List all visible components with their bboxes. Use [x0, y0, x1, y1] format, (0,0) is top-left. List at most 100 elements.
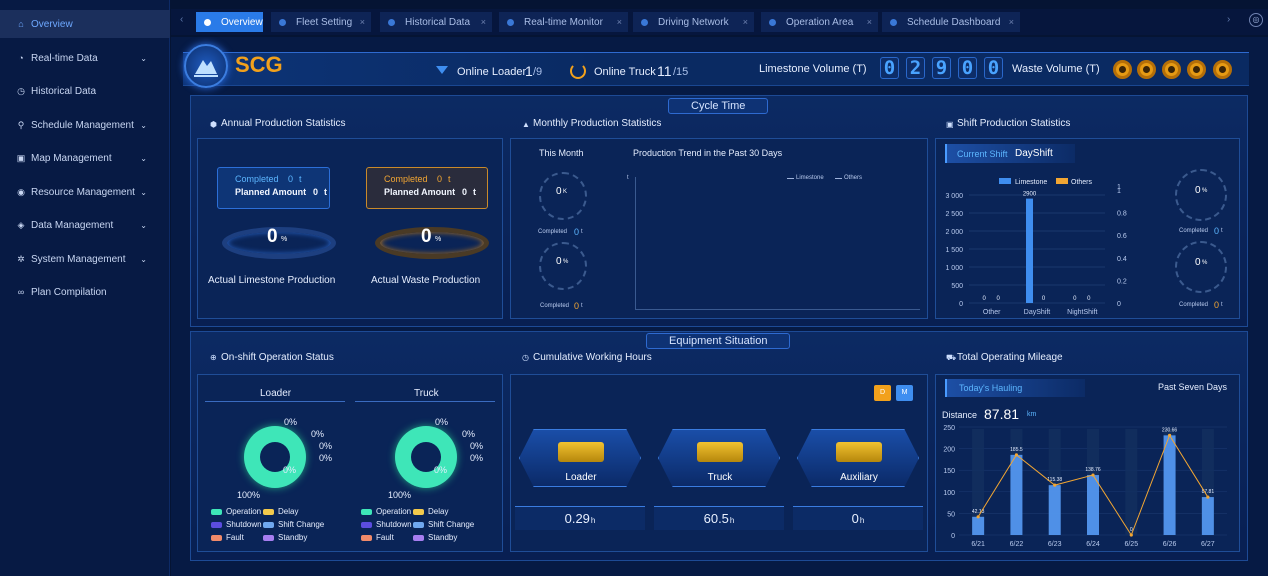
- sidebar-item-schedule-management[interactable]: ⚲ Schedule Management ⌄: [0, 111, 170, 139]
- legend-swatch: [263, 508, 274, 515]
- onshift-title-icon: ⊕: [210, 353, 217, 362]
- sidebar-item-label: Schedule Management: [31, 119, 134, 131]
- limestone-percent-ring: [222, 227, 336, 259]
- onshift-truck-label: Truck: [414, 388, 439, 399]
- shift-completed-1-label: Completed: [1179, 228, 1209, 234]
- trend-title: Production Trend in the Past 30 Days: [633, 148, 783, 158]
- trend-plot-area: [635, 177, 920, 310]
- legend-item-delay: Delay: [263, 507, 298, 516]
- distance-unit: km: [1027, 411, 1037, 418]
- sidebar-item-label: Historical Data: [31, 85, 97, 97]
- mileage-data-label: 230.66: [1162, 427, 1178, 433]
- limestone-digit: 0: [984, 57, 1003, 79]
- cycle-time-title: Cycle Time: [668, 98, 769, 114]
- tab-dot-icon: [890, 18, 897, 26]
- loader-vehicle-icon: [558, 442, 604, 462]
- close-icon[interactable]: ×: [867, 17, 872, 27]
- chevron-down-icon: ⌄: [140, 254, 147, 264]
- shift-y-tick: 1 000: [945, 265, 963, 272]
- link-icon: ∞: [17, 287, 25, 297]
- tab-historical-data[interactable]: Historical Data ×: [380, 12, 492, 32]
- shift-y2-tick: 0: [1117, 301, 1121, 308]
- shift-gauge-1-unit: %: [1202, 188, 1208, 194]
- tab-schedule-dashboard[interactable]: Schedule Dashboard ×: [882, 12, 1020, 32]
- tab-scroll-right-icon[interactable]: ›: [1227, 14, 1230, 25]
- hours-day-button[interactable]: D: [874, 385, 891, 401]
- legend-item-shutdown: Shutdown: [211, 520, 262, 529]
- mileage-point: [1053, 483, 1057, 487]
- mileage-x-label: 6/22: [1010, 541, 1024, 548]
- shift-legend-limestone-swatch: [999, 178, 1011, 184]
- mileage-bar: [1163, 435, 1176, 535]
- tab-label: Historical Data: [405, 16, 471, 28]
- limestone-percent: 0: [267, 226, 278, 247]
- tab-fleet-setting[interactable]: Fleet Setting ×: [271, 12, 371, 32]
- sidebar-item-map-management[interactable]: ▣ Map Management ⌄: [0, 144, 170, 172]
- close-icon[interactable]: ×: [360, 17, 365, 27]
- limestone-digit: 9: [932, 57, 951, 79]
- legend-item-shift-change: Shift Change: [413, 520, 474, 529]
- legend-item-standby: Standby: [413, 533, 457, 542]
- limestone-planned-value: 0: [313, 187, 319, 197]
- truck-main-pct: 100%: [388, 490, 412, 500]
- coin-icon: [1162, 60, 1181, 79]
- truck-pct-label: 0%: [462, 429, 476, 439]
- sidebar-item-overview[interactable]: ⌂ Overview: [0, 10, 170, 38]
- auxiliary-card[interactable]: Auxiliary: [797, 429, 919, 487]
- tab-driving-network[interactable]: Driving Network ×: [633, 12, 754, 32]
- sidebar-item-label: Overview: [31, 18, 73, 30]
- tab-operation-area[interactable]: Operation Area ×: [761, 12, 878, 32]
- shift-production-chart: 05001 0001 5002 0002 5003 00000.20.40.60…: [945, 178, 1127, 316]
- truck-card[interactable]: Truck: [658, 429, 780, 487]
- sidebar-item-historical-data[interactable]: ◷ Historical Data: [0, 77, 170, 105]
- tab-overview[interactable]: Overview: [196, 12, 263, 32]
- legend-label: Shift Change: [278, 520, 325, 529]
- loader-hours-box: 0.29h: [515, 506, 645, 530]
- sidebar-item-data-management[interactable]: ◈ Data Management ⌄: [0, 211, 170, 239]
- tab-dot-icon: [641, 18, 648, 26]
- tab-real-time-monitor[interactable]: Real-time Monitor ×: [499, 12, 628, 32]
- legend-swatch: [211, 521, 222, 528]
- mileage-title-icon: ⛟: [946, 353, 957, 362]
- shift-legend-limestone: Limestone: [1015, 179, 1047, 186]
- tab-settings-icon[interactable]: ◎: [1249, 13, 1263, 27]
- legend-swatch: [361, 521, 372, 528]
- mileage-point: [1206, 495, 1210, 499]
- clock-icon: ◷: [17, 85, 25, 96]
- close-icon[interactable]: ×: [617, 17, 622, 27]
- mileage-data-label: 185.5: [1010, 447, 1023, 453]
- past-seven-days-label[interactable]: Past Seven Days: [1158, 382, 1227, 392]
- legend-swatch: [361, 534, 372, 541]
- close-icon[interactable]: ×: [481, 17, 486, 27]
- loader-card[interactable]: Loader: [519, 429, 641, 487]
- sidebar-item-label: System Management: [31, 253, 126, 265]
- sidebar-item-label: Map Management: [31, 152, 112, 164]
- sidebar-item-resource-management[interactable]: ◉ Resource Management ⌄: [0, 178, 170, 206]
- hours-month-button[interactable]: M: [896, 385, 913, 401]
- shift-data-label: 0: [1042, 296, 1046, 302]
- sidebar-item-real-time-data[interactable]: ◔ Real-time Data ⌄: [0, 44, 170, 72]
- chevron-down-icon: ⌄: [140, 187, 147, 197]
- sidebar-item-system-management[interactable]: ✲ System Management ⌄: [0, 245, 170, 273]
- mountain-icon: [194, 60, 218, 77]
- mileage-data-label: 115.38: [1047, 477, 1062, 483]
- legend-item-fault: Fault: [361, 533, 394, 542]
- todays-hauling-label: Today's Hauling: [959, 383, 1023, 393]
- home-icon: ⌂: [18, 19, 24, 29]
- legend-swatch: [263, 521, 274, 528]
- shift-data-label: 2900: [1023, 192, 1037, 198]
- close-icon[interactable]: ×: [743, 17, 748, 27]
- sidebar-item-label: Real-time Data: [31, 52, 98, 64]
- tab-scroll-left-icon[interactable]: ‹: [180, 14, 183, 25]
- current-shift-label: Current Shift: [957, 149, 1008, 159]
- shift-completed-2-label: Completed: [1179, 302, 1209, 308]
- mileage-x-label: 6/25: [1124, 541, 1138, 548]
- mileage-y-tick: 200: [943, 447, 955, 454]
- close-icon[interactable]: ×: [1009, 17, 1014, 27]
- shift-x-label: Other: [983, 309, 1001, 316]
- truck-status-donut: [395, 426, 457, 488]
- onshift-loader-label: Loader: [260, 388, 292, 399]
- loader-label: Loader: [565, 472, 597, 483]
- truck-pct-label: 0%: [434, 465, 448, 475]
- sidebar-item-plan-compilation[interactable]: ∞ Plan Compilation: [0, 278, 170, 306]
